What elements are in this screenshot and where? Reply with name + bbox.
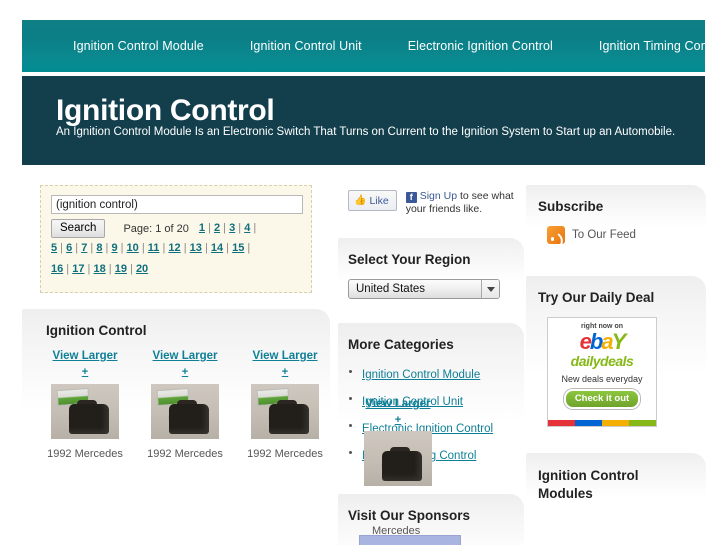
page-link-18[interactable]: 18 xyxy=(93,263,105,275)
view-larger-link[interactable]: View Larger xyxy=(142,350,228,362)
expand-plus-icon[interactable]: + xyxy=(42,366,128,378)
region-panel: Select Your Region United States xyxy=(338,238,524,310)
nav-link[interactable]: Ignition Control Unit xyxy=(227,39,385,53)
ebay-check-it-out-button[interactable]: Check it out xyxy=(564,389,640,409)
rss-feed-row[interactable]: To Our Feed xyxy=(536,226,706,244)
page-link-15[interactable]: 15 xyxy=(232,242,244,254)
product-image[interactable] xyxy=(151,383,219,439)
ebay-color-stripe xyxy=(548,420,656,426)
page-link-17[interactable]: 17 xyxy=(72,263,84,275)
product-part-shape xyxy=(382,451,422,481)
ebay-daily-deals-ad[interactable]: right now on ebaY dailydeals New deals e… xyxy=(547,317,657,427)
nav-link[interactable]: Ignition Control Module xyxy=(50,39,227,53)
modules-panel: Ignition Control Modules xyxy=(526,453,706,526)
page-link-12[interactable]: 12 xyxy=(168,242,180,254)
facebook-social-row: 👍 Like f Sign Up to see what your friends… xyxy=(338,185,524,216)
product-grid: View Larger + 1992 Mercedes View Larger … xyxy=(32,350,330,463)
product-card[interactable]: View Larger + 1992 Mercedes xyxy=(42,350,128,463)
facebook-like-button[interactable]: 👍 Like xyxy=(348,190,397,211)
right-column: Subscribe To Our Feed Try Our Daily Deal… xyxy=(526,185,706,526)
subscribe-panel: Subscribe To Our Feed xyxy=(526,185,706,254)
nav-item-ignition-timing-control[interactable]: Ignition Timing Control xyxy=(576,39,727,53)
view-larger-link[interactable]: View Larger xyxy=(355,398,441,410)
facebook-signup-text: f Sign Up to see what your friends like. xyxy=(405,190,521,216)
page-root: Ignition Control Module Ignition Control… xyxy=(0,0,727,545)
categories-heading: More Categories xyxy=(348,337,454,353)
site-header-banner: Ignition Control An Ignition Control Mod… xyxy=(22,76,705,165)
page-title: Ignition Control xyxy=(56,94,275,127)
page-link-19[interactable]: 19 xyxy=(115,263,127,275)
region-heading: Select Your Region xyxy=(348,252,471,268)
page-link-13[interactable]: 13 xyxy=(190,242,202,254)
list-item[interactable]: Ignition Control Module xyxy=(348,364,524,384)
product-card[interactable]: View Larger + 1992 Mercedes xyxy=(242,350,328,463)
nav-item-ignition-control-unit[interactable]: Ignition Control Unit xyxy=(227,39,385,53)
expand-plus-icon[interactable]: + xyxy=(142,366,228,378)
facebook-icon: f xyxy=(405,192,417,203)
rss-feed-label: To Our Feed xyxy=(572,229,636,241)
pagination-row-1: 1 | 2 | 3 | 4 | xyxy=(198,222,257,234)
sponsor-ad-wrap: Mercedes xyxy=(348,525,524,545)
product-title: 1992 Mercedes xyxy=(47,447,123,460)
product-card-overlay[interactable]: View Larger + xyxy=(355,398,441,494)
page-link-10[interactable]: 10 xyxy=(127,242,139,254)
view-larger-link[interactable]: View Larger xyxy=(242,350,328,362)
ebay-logo: ebaY xyxy=(579,329,627,354)
product-image[interactable] xyxy=(364,431,432,486)
nav-item-ignition-control-module[interactable]: Ignition Control Module xyxy=(50,39,227,53)
category-link[interactable]: Ignition Control Module xyxy=(362,369,480,381)
search-input[interactable] xyxy=(51,195,303,214)
product-part-shape xyxy=(169,403,209,434)
region-selected-value: United States xyxy=(356,283,426,296)
daily-deal-heading: Try Our Daily Deal xyxy=(538,290,655,305)
product-part-shape xyxy=(269,403,309,434)
facebook-signup-link[interactable]: Sign Up xyxy=(420,190,457,202)
search-controls-row: Search Page: 1 of 20 1 | 2 | 3 | 4 | xyxy=(51,219,301,239)
sponsor-ad-banner[interactable] xyxy=(359,535,461,545)
page-link-11[interactable]: 11 xyxy=(148,242,160,254)
product-image[interactable] xyxy=(251,383,319,439)
ebay-dailydeals-wordmark: dailydeals xyxy=(570,353,634,369)
page-indicator: Page: 1 of 20 xyxy=(123,222,189,235)
page-link-16[interactable]: 16 xyxy=(51,263,63,275)
nav-list: Ignition Control Module Ignition Control… xyxy=(22,20,725,72)
ebay-ad-tagline: New deals everyday xyxy=(561,374,643,384)
thumbs-up-icon: 👍 xyxy=(354,194,367,206)
product-image[interactable] xyxy=(51,383,119,439)
page-link-14[interactable]: 14 xyxy=(211,242,223,254)
product-title: 1992 Mercedes xyxy=(147,447,223,460)
facebook-like-label: Like xyxy=(369,194,389,207)
page-link-20[interactable]: 20 xyxy=(136,263,148,275)
view-larger-link[interactable]: View Larger xyxy=(42,350,128,362)
results-heading: Ignition Control xyxy=(46,322,147,338)
subscribe-heading: Subscribe xyxy=(538,199,604,214)
search-panel: Search Page: 1 of 20 1 | 2 | 3 | 4 | 5 |… xyxy=(40,185,312,293)
sponsors-heading: Visit Our Sponsors xyxy=(348,508,471,524)
rss-icon[interactable] xyxy=(547,226,565,244)
nav-link[interactable]: Ignition Timing Control xyxy=(576,39,727,53)
page-subtitle: An Ignition Control Module Is an Electro… xyxy=(56,126,676,138)
search-button[interactable]: Search xyxy=(51,219,106,239)
pagination-row-3: 16 | 17 | 18 | 19 | 20 xyxy=(51,263,149,276)
sponsors-panel: Visit Our Sponsors Mercedes xyxy=(338,494,524,545)
pagination-row-2: 5 | 6 | 7 | 8 | 9 | 10 | 11 | 12 | 13 | … xyxy=(51,242,251,255)
results-panel: Ignition Control View Larger + 1992 Merc… xyxy=(22,308,330,473)
region-select[interactable]: United States xyxy=(348,279,500,300)
modules-heading: Ignition Control Modules xyxy=(538,468,639,502)
expand-plus-icon[interactable]: + xyxy=(355,414,441,426)
expand-plus-icon[interactable]: + xyxy=(242,366,328,378)
nav-item-electronic-ignition-control[interactable]: Electronic Ignition Control xyxy=(385,39,576,53)
primary-navigation: Ignition Control Module Ignition Control… xyxy=(22,20,725,72)
daily-deal-panel: Try Our Daily Deal right now on ebaY dai… xyxy=(526,276,706,437)
left-column: Search Page: 1 of 20 1 | 2 | 3 | 4 | 5 |… xyxy=(22,185,334,473)
chevron-down-icon[interactable] xyxy=(481,280,499,299)
product-card[interactable]: View Larger + 1992 Mercedes xyxy=(142,350,228,463)
product-part-shape xyxy=(69,403,109,434)
product-title: 1992 Mercedes xyxy=(247,447,323,460)
nav-link[interactable]: Electronic Ignition Control xyxy=(385,39,576,53)
